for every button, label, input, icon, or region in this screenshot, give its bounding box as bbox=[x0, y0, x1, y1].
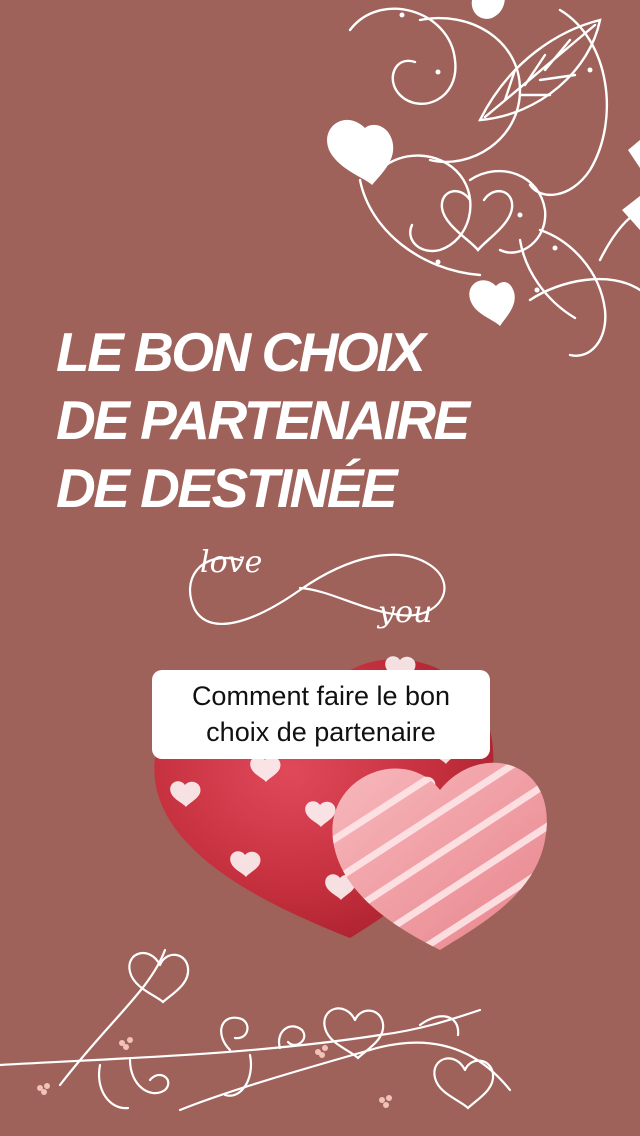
headline-line-1: LE BON CHOIX bbox=[56, 321, 426, 383]
script-word-you: you bbox=[376, 595, 432, 630]
love-infinity-you-script: love you bbox=[189, 545, 446, 630]
bottom-branch-decoration bbox=[0, 948, 512, 1112]
script-word-love: love bbox=[200, 545, 262, 580]
caption-bubble: Comment faire le bon choix de partenaire bbox=[152, 670, 490, 759]
headline: LE BON CHOIX DE PARTENAIRE DE DESTINÉE bbox=[56, 318, 616, 522]
story-canvas: LE BON CHOIX DE PARTENAIRE DE DESTINÉE l… bbox=[0, 0, 640, 1136]
caption-text: Comment faire le bon choix de partenaire bbox=[191, 681, 451, 747]
headline-line-3: DE DESTINÉE bbox=[56, 457, 398, 519]
headline-line-2: DE PARTENAIRE bbox=[56, 389, 470, 451]
